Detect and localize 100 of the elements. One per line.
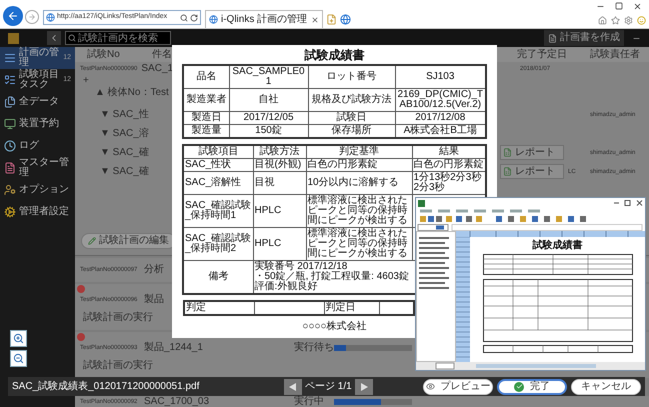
table-cell: 標準溶液に検出されたピークと同等の保持時間にピークが検出する [306, 228, 412, 260]
table-cell: 2169_DP(CMIC)_TAB100/12.5(Ver.2) [395, 88, 486, 112]
sidebar-item[interactable]: 管理者設定 [0, 201, 75, 223]
gear-icon [4, 206, 16, 218]
table-cell: 2017/12/08 [395, 112, 486, 124]
spreadsheet-icon [503, 167, 512, 176]
sidebar-item[interactable]: 全データ [0, 91, 75, 113]
search-icon [68, 34, 76, 42]
table-cell: 規格及び試験方法 [308, 88, 395, 112]
table-cell: 試験方法 [253, 145, 306, 158]
create-plan-button[interactable]: 計画書を作成 [544, 30, 624, 46]
browser-icon[interactable] [340, 14, 351, 25]
pencil-icon [88, 237, 96, 245]
table-cell: 自社 [229, 88, 308, 112]
report-button[interactable]: レポート [500, 164, 564, 179]
table-cell: 目視 [253, 172, 306, 194]
table-cell: 判定基準 [306, 145, 412, 158]
zoom-out-button[interactable] [10, 350, 27, 367]
alert-badge [77, 333, 85, 341]
cancel-button[interactable]: キャンセル [571, 378, 641, 394]
column-header: 完了予定日 [517, 50, 568, 60]
browser-tab[interactable]: i-Qlinks 計画の管理 [205, 10, 323, 28]
sidebar-item[interactable]: オプション [0, 179, 75, 201]
table-cell: 判定 [184, 301, 254, 315]
table-cell: 10分以内に溶解する [306, 172, 412, 194]
table-cell: SAC_溶解性 [183, 172, 253, 194]
expand-toggle[interactable]: + [83, 76, 89, 86]
arrow-right-icon [28, 13, 36, 21]
table-cell: 試験項目 [183, 145, 253, 158]
remark-line: 評価:外観良好 [254, 282, 318, 292]
preview-button[interactable]: プレビュー [423, 378, 493, 394]
table-cell: 1分13秒2分3秒2分3秒 [412, 172, 486, 194]
status-label: 実行待ち [294, 342, 334, 352]
close-icon[interactable] [311, 16, 319, 24]
status-label: 実行中 [294, 396, 324, 406]
app-logo-icon [8, 32, 19, 44]
plan-name: 製品 [144, 294, 164, 304]
table-cell: SAC_確認試験_保持時間1 [183, 194, 253, 228]
done-button[interactable]: 完了 [497, 378, 567, 394]
eye-icon [426, 382, 434, 391]
report-button[interactable]: レポート [500, 145, 564, 160]
clock-icon [4, 140, 16, 152]
column-header: 件名 [152, 50, 172, 60]
star-icon[interactable] [611, 16, 620, 25]
plan-name: SAC_1 [141, 64, 174, 74]
next-page-button[interactable] [354, 378, 373, 394]
monitor-icon [4, 118, 16, 130]
run-plan-link[interactable]: 試験計画の実行 [83, 313, 153, 323]
settings-icon[interactable] [624, 16, 633, 25]
home-icon[interactable] [598, 16, 607, 25]
page-indicator: ページ 1/1 [305, 382, 352, 392]
test-item[interactable]: ▼ SAC_性 [75, 110, 172, 120]
close-icon[interactable] [633, 2, 642, 11]
sample-label[interactable]: ▲ 検体No：Test [95, 88, 169, 98]
window-controls-icon[interactable] [613, 200, 643, 206]
table-cell: 白色の円形素錠 [306, 158, 412, 172]
plan-name: 製品_1244_1 [144, 342, 203, 352]
sidebar-item[interactable]: ログ [0, 135, 75, 157]
table-cell: SAC_性状 [183, 158, 253, 172]
maximize-icon[interactable] [615, 2, 623, 10]
sidebar-item[interactable]: マスター管理 [0, 157, 75, 179]
search-field[interactable]: 試験計画内を検索 [65, 31, 171, 45]
alert-badge [77, 285, 85, 293]
triangle-left-icon [289, 382, 297, 390]
table-cell: 判定日 [324, 301, 379, 315]
column-header: 試験責任者 [590, 50, 641, 60]
table-cell: 標準溶液に検出されたピークと同等の保持時間にピークが検出する [306, 194, 412, 228]
test-item[interactable]: ▼ SAC_確 [75, 166, 172, 176]
collapse-button[interactable] [47, 31, 61, 45]
test-item[interactable]: ▼ SAC_溶 [75, 128, 172, 138]
check-icon [514, 382, 524, 392]
back-button[interactable] [3, 6, 23, 26]
table-cell: SAC_SAMPLE01 [229, 65, 308, 88]
user-settings-icon [4, 184, 16, 196]
plan-name: 分析 [144, 265, 164, 275]
zoom-out-icon [13, 353, 24, 364]
table-cell: 結果 [412, 145, 486, 158]
checklist-icon [4, 74, 16, 86]
table-cell: SAC_確認試験_保持時間2 [183, 228, 253, 260]
refresh-icon[interactable] [190, 14, 198, 22]
zoom-in-icon [13, 333, 24, 344]
files-icon [4, 96, 16, 108]
table-cell: 試験日 [308, 112, 395, 124]
site-icon [209, 15, 218, 24]
spreadsheet-icon [418, 200, 425, 206]
company-name: ○○○○株式会社 [302, 322, 367, 332]
remark-line: ・50錠／瓶, 打錠工程収量: 4603錠 [254, 272, 409, 282]
document-title: 試験成績書 [304, 49, 364, 61]
zoom-in-button[interactable] [10, 330, 27, 347]
run-plan-link[interactable]: 試験計画の実行 [83, 361, 153, 371]
column-header: 試験No [87, 50, 121, 60]
spreadsheet-icon [503, 148, 512, 157]
sidebar-item[interactable]: 装置予約 [0, 113, 75, 135]
table-cell: 製造業者 [183, 88, 229, 112]
previous-page-button[interactable] [284, 378, 302, 394]
table-cell: 品名 [183, 65, 229, 88]
table-cell: 白色の円形素錠 [412, 158, 486, 172]
search-icon[interactable] [180, 14, 188, 22]
test-item[interactable]: ▼ SAC_確 [75, 148, 172, 158]
triangle-right-icon [360, 382, 368, 390]
